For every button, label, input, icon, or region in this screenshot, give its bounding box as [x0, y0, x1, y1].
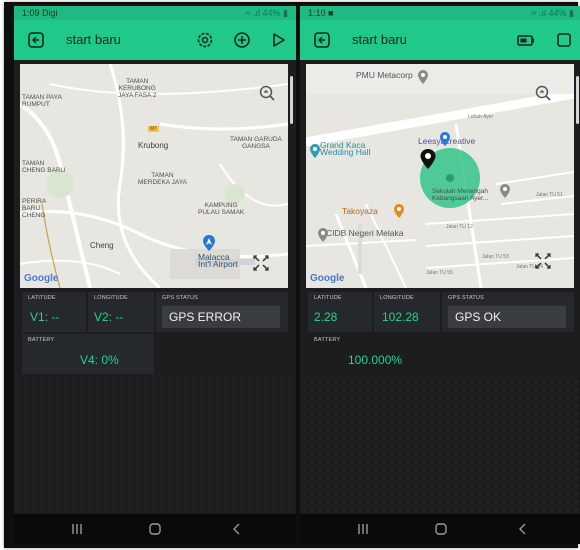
- battery-widget[interactable]: BATTERY V4: 0%: [22, 334, 154, 374]
- android-nav-bar: [300, 514, 580, 544]
- project-title: start baru: [66, 32, 121, 47]
- home-icon[interactable]: [434, 523, 448, 535]
- road-badge: M7: [148, 126, 159, 132]
- battery-value: V4: 0%: [80, 353, 119, 367]
- settings-icon[interactable]: [195, 30, 215, 50]
- gps-status-value: GPS ERROR: [162, 306, 280, 328]
- longitude-label: LONGITUDE: [380, 295, 414, 301]
- location-pin-icon: [314, 226, 332, 244]
- status-indicators: ≈ .ıl 44% ▮: [245, 8, 288, 18]
- current-location-marker-icon: [418, 148, 438, 170]
- zoom-icon[interactable]: [258, 84, 276, 102]
- longitude-value: 102.28: [382, 310, 419, 324]
- latitude-value: 2.28: [314, 310, 338, 324]
- screenshot-frame: 1:09 Digi ≈ .ıl 44% ▮ start baru TAMAN P…: [4, 2, 580, 548]
- fullscreen-icon[interactable]: [252, 254, 270, 272]
- location-pin-icon: [496, 182, 514, 200]
- street-label: Lebuh Ayer: [468, 114, 494, 120]
- status-indicators: ≈ .ıl 44% ▮: [531, 8, 574, 18]
- scrollbar[interactable]: [576, 76, 579, 124]
- square-icon[interactable]: [554, 30, 574, 50]
- street-label: Jalan TU 12: [446, 224, 473, 230]
- back-nav-icon[interactable]: [516, 523, 530, 535]
- zoom-icon[interactable]: [534, 84, 552, 102]
- fullscreen-icon[interactable]: [534, 252, 552, 270]
- status-bar: 1:09 Digi ≈ .ıl 44% ▮: [14, 6, 296, 20]
- latitude-label: LATITUDE: [314, 295, 342, 301]
- latitude-value: V1: --: [30, 310, 60, 324]
- latitude-widget[interactable]: LATITUDE V1: --: [22, 292, 86, 332]
- add-icon[interactable]: [232, 30, 252, 50]
- map-label: Sekolah Menengah Kebangsaan Ayer...: [432, 188, 489, 202]
- longitude-widget[interactable]: LONGITUDE V2: --: [88, 292, 154, 332]
- location-pin-icon: [306, 142, 324, 160]
- gps-status-label: GPS STATUS: [448, 295, 485, 301]
- play-icon[interactable]: [268, 30, 288, 50]
- project-title: start baru: [352, 32, 407, 47]
- latitude-widget[interactable]: LATITUDE 2.28: [308, 292, 372, 332]
- map-label: Cheng: [90, 241, 114, 250]
- android-nav-bar: [14, 514, 296, 544]
- recents-icon[interactable]: [356, 523, 370, 535]
- gps-status-widget[interactable]: GPS STATUS GPS OK: [442, 292, 574, 332]
- battery-label: BATTERY: [28, 337, 55, 343]
- map-label: TAMAN GARUDA GANGSA: [230, 136, 282, 150]
- map-label: Krubong: [138, 141, 169, 150]
- back-icon[interactable]: [312, 30, 332, 50]
- map-label: TAMAN MERDEKA JAYA: [138, 172, 187, 186]
- street-label: Jalan TU 51: [536, 192, 563, 198]
- map-label: CIDB Negeri Melaka: [326, 228, 404, 238]
- battery-icon[interactable]: [516, 30, 536, 50]
- recents-icon[interactable]: [70, 523, 84, 535]
- map-label: Takoyaza: [342, 206, 378, 216]
- back-nav-icon[interactable]: [230, 523, 244, 535]
- gps-status-value: GPS OK: [448, 306, 566, 328]
- location-pin-icon: [436, 130, 454, 148]
- map-label: TAMAN KERUBONG JAYA FASA 2: [118, 78, 157, 99]
- battery-label: BATTERY: [314, 337, 341, 343]
- google-logo: Google: [310, 273, 345, 284]
- phone-right: 1:10 ■ ≈ .ıl 44% ▮ start baru PMU Metaco…: [300, 6, 580, 544]
- street-label: Jalan TU 55: [426, 270, 453, 276]
- location-pin-icon: [390, 202, 408, 220]
- map-widget[interactable]: PMU Metacorp Leesyacreative Grand Kaca W…: [306, 64, 574, 288]
- dashboard-grid: [300, 378, 580, 518]
- map-label: Grand Kaca Wedding Hall: [320, 140, 371, 157]
- app-bar: start baru: [14, 20, 296, 60]
- location-pin-icon: [200, 234, 218, 252]
- street-label: Jalan TU 53: [482, 254, 509, 260]
- map-label: PMU Metacorp: [356, 70, 413, 80]
- map-label: TAMAN CHENG BARU: [22, 160, 66, 174]
- dashboard-grid: [14, 378, 296, 518]
- app-bar: start baru: [300, 20, 580, 60]
- battery-widget[interactable]: BATTERY 100.000%: [308, 334, 440, 374]
- home-icon[interactable]: [148, 523, 162, 535]
- status-time: 1:09 Digi: [22, 8, 58, 18]
- location-pin-icon: [414, 68, 432, 86]
- battery-value: 100.000%: [348, 353, 403, 367]
- map-label: TAMAN PAYA RUMPUT: [22, 94, 62, 108]
- latitude-label: LATITUDE: [28, 295, 56, 301]
- status-bar: 1:10 ■ ≈ .ıl 44% ▮: [300, 6, 580, 20]
- status-time: 1:10 ■: [308, 8, 334, 18]
- gps-status-widget[interactable]: GPS STATUS GPS ERROR: [156, 292, 288, 332]
- longitude-value: V2: --: [94, 310, 124, 324]
- map-widget[interactable]: TAMAN PAYA RUMPUT TAMAN KERUBONG JAYA FA…: [20, 64, 288, 288]
- scrollbar[interactable]: [290, 76, 293, 124]
- map-label: Malacca Int'l Airport: [198, 252, 238, 269]
- gps-status-label: GPS STATUS: [162, 295, 199, 301]
- google-logo: Google: [24, 273, 59, 284]
- map-label: KAMPUNG PULAU SAMAK: [198, 202, 245, 216]
- longitude-widget[interactable]: LONGITUDE 102.28: [374, 292, 440, 332]
- map-label: PERIRA BARU CHENG: [22, 198, 47, 219]
- back-icon[interactable]: [26, 30, 46, 50]
- phone-left: 1:09 Digi ≈ .ıl 44% ▮ start baru TAMAN P…: [14, 6, 296, 544]
- longitude-label: LONGITUDE: [94, 295, 128, 301]
